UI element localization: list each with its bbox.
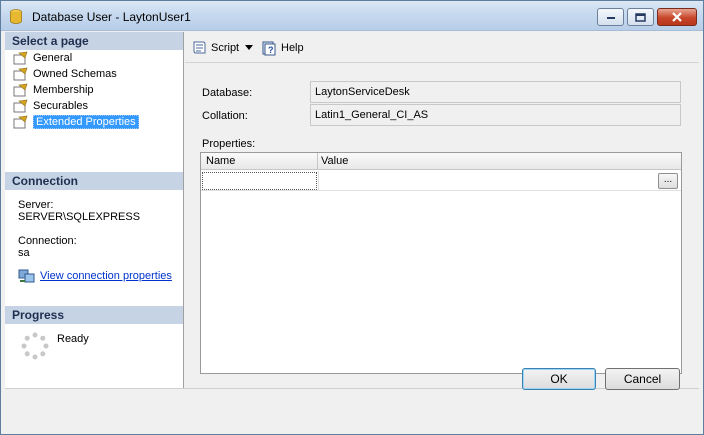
toolbar: Script ? Help [185,32,699,63]
script-label: Script [211,42,240,54]
page-item-label: Membership [33,84,94,96]
connection-header: Connection [5,172,183,190]
page-item-label: General [33,52,73,64]
value-cell[interactable] [318,171,681,191]
database-label: Database: [202,87,253,99]
script-icon [193,41,206,54]
page-item-owned-schemas[interactable]: Owned Schemas [13,66,117,82]
wrench-page-icon [13,99,28,113]
page-item-label: Securables [33,100,89,112]
minimize-icon [606,17,615,19]
progress-status: Ready [57,333,89,345]
wrench-page-icon [13,115,28,129]
svg-text:?: ? [268,45,274,55]
help-button[interactable]: ? Help [261,39,304,57]
collation-label: Collation: [202,110,248,122]
close-icon [672,12,682,22]
maximize-button[interactable] [627,8,654,26]
select-page-header: Select a page [5,32,183,50]
cancel-button[interactable]: Cancel [605,368,680,390]
right-pane: Script ? Help Database: LaytonServiceDes… [185,32,699,388]
page-item-label: Owned Schemas [33,68,117,80]
dialog-window: Database User - LaytonUser1 Select a pag… [0,0,704,435]
page-item-securables[interactable]: Securables [13,98,88,114]
connection-properties-icon [18,269,35,283]
connection-label: Connection: [18,235,77,247]
ellipsis-button[interactable]: ... [658,173,678,189]
name-cell[interactable] [202,172,317,190]
script-dropdown-button[interactable] [245,39,254,57]
ok-button[interactable]: OK [522,368,596,390]
properties-label: Properties: [202,138,256,150]
close-button[interactable] [657,8,697,26]
column-header-name[interactable]: Name [206,155,235,167]
minimize-button[interactable] [597,8,624,26]
page-item-membership[interactable]: Membership [13,82,94,98]
grid-header: Name Value [201,153,681,170]
window-title: Database User - LaytonUser1 [32,10,191,24]
server-value: SERVER\SQLEXPRESS [18,211,141,223]
page-item-extended-properties[interactable]: Extended Properties [13,114,139,130]
page-item-general[interactable]: General [13,50,72,66]
chevron-down-icon [245,45,253,50]
collation-field[interactable]: Latin1_General_CI_AS [310,104,681,126]
connection-value: sa [18,247,30,259]
database-icon [10,9,22,24]
left-pane: Select a page General Owned Schemas Memb… [5,32,184,388]
wrench-page-icon [13,67,28,81]
table-row[interactable]: ... [201,171,681,191]
column-header-value[interactable]: Value [321,155,348,167]
progress-spinner-icon [21,332,49,360]
help-label: Help [281,42,304,54]
title-bar[interactable]: Database User - LaytonUser1 [1,1,703,31]
database-field[interactable]: LaytonServiceDesk [310,81,681,103]
properties-grid[interactable]: Name Value ... [200,152,682,374]
wrench-page-icon [13,83,28,97]
view-connection-properties-link[interactable]: View connection properties [40,270,172,282]
maximize-icon [635,12,646,22]
wrench-page-icon [13,51,28,65]
server-label: Server: [18,199,54,211]
column-separator [317,153,318,170]
progress-header: Progress [5,306,183,324]
page-item-label: Extended Properties [33,115,139,129]
script-button[interactable]: Script [191,39,239,57]
help-icon: ? [262,41,276,56]
